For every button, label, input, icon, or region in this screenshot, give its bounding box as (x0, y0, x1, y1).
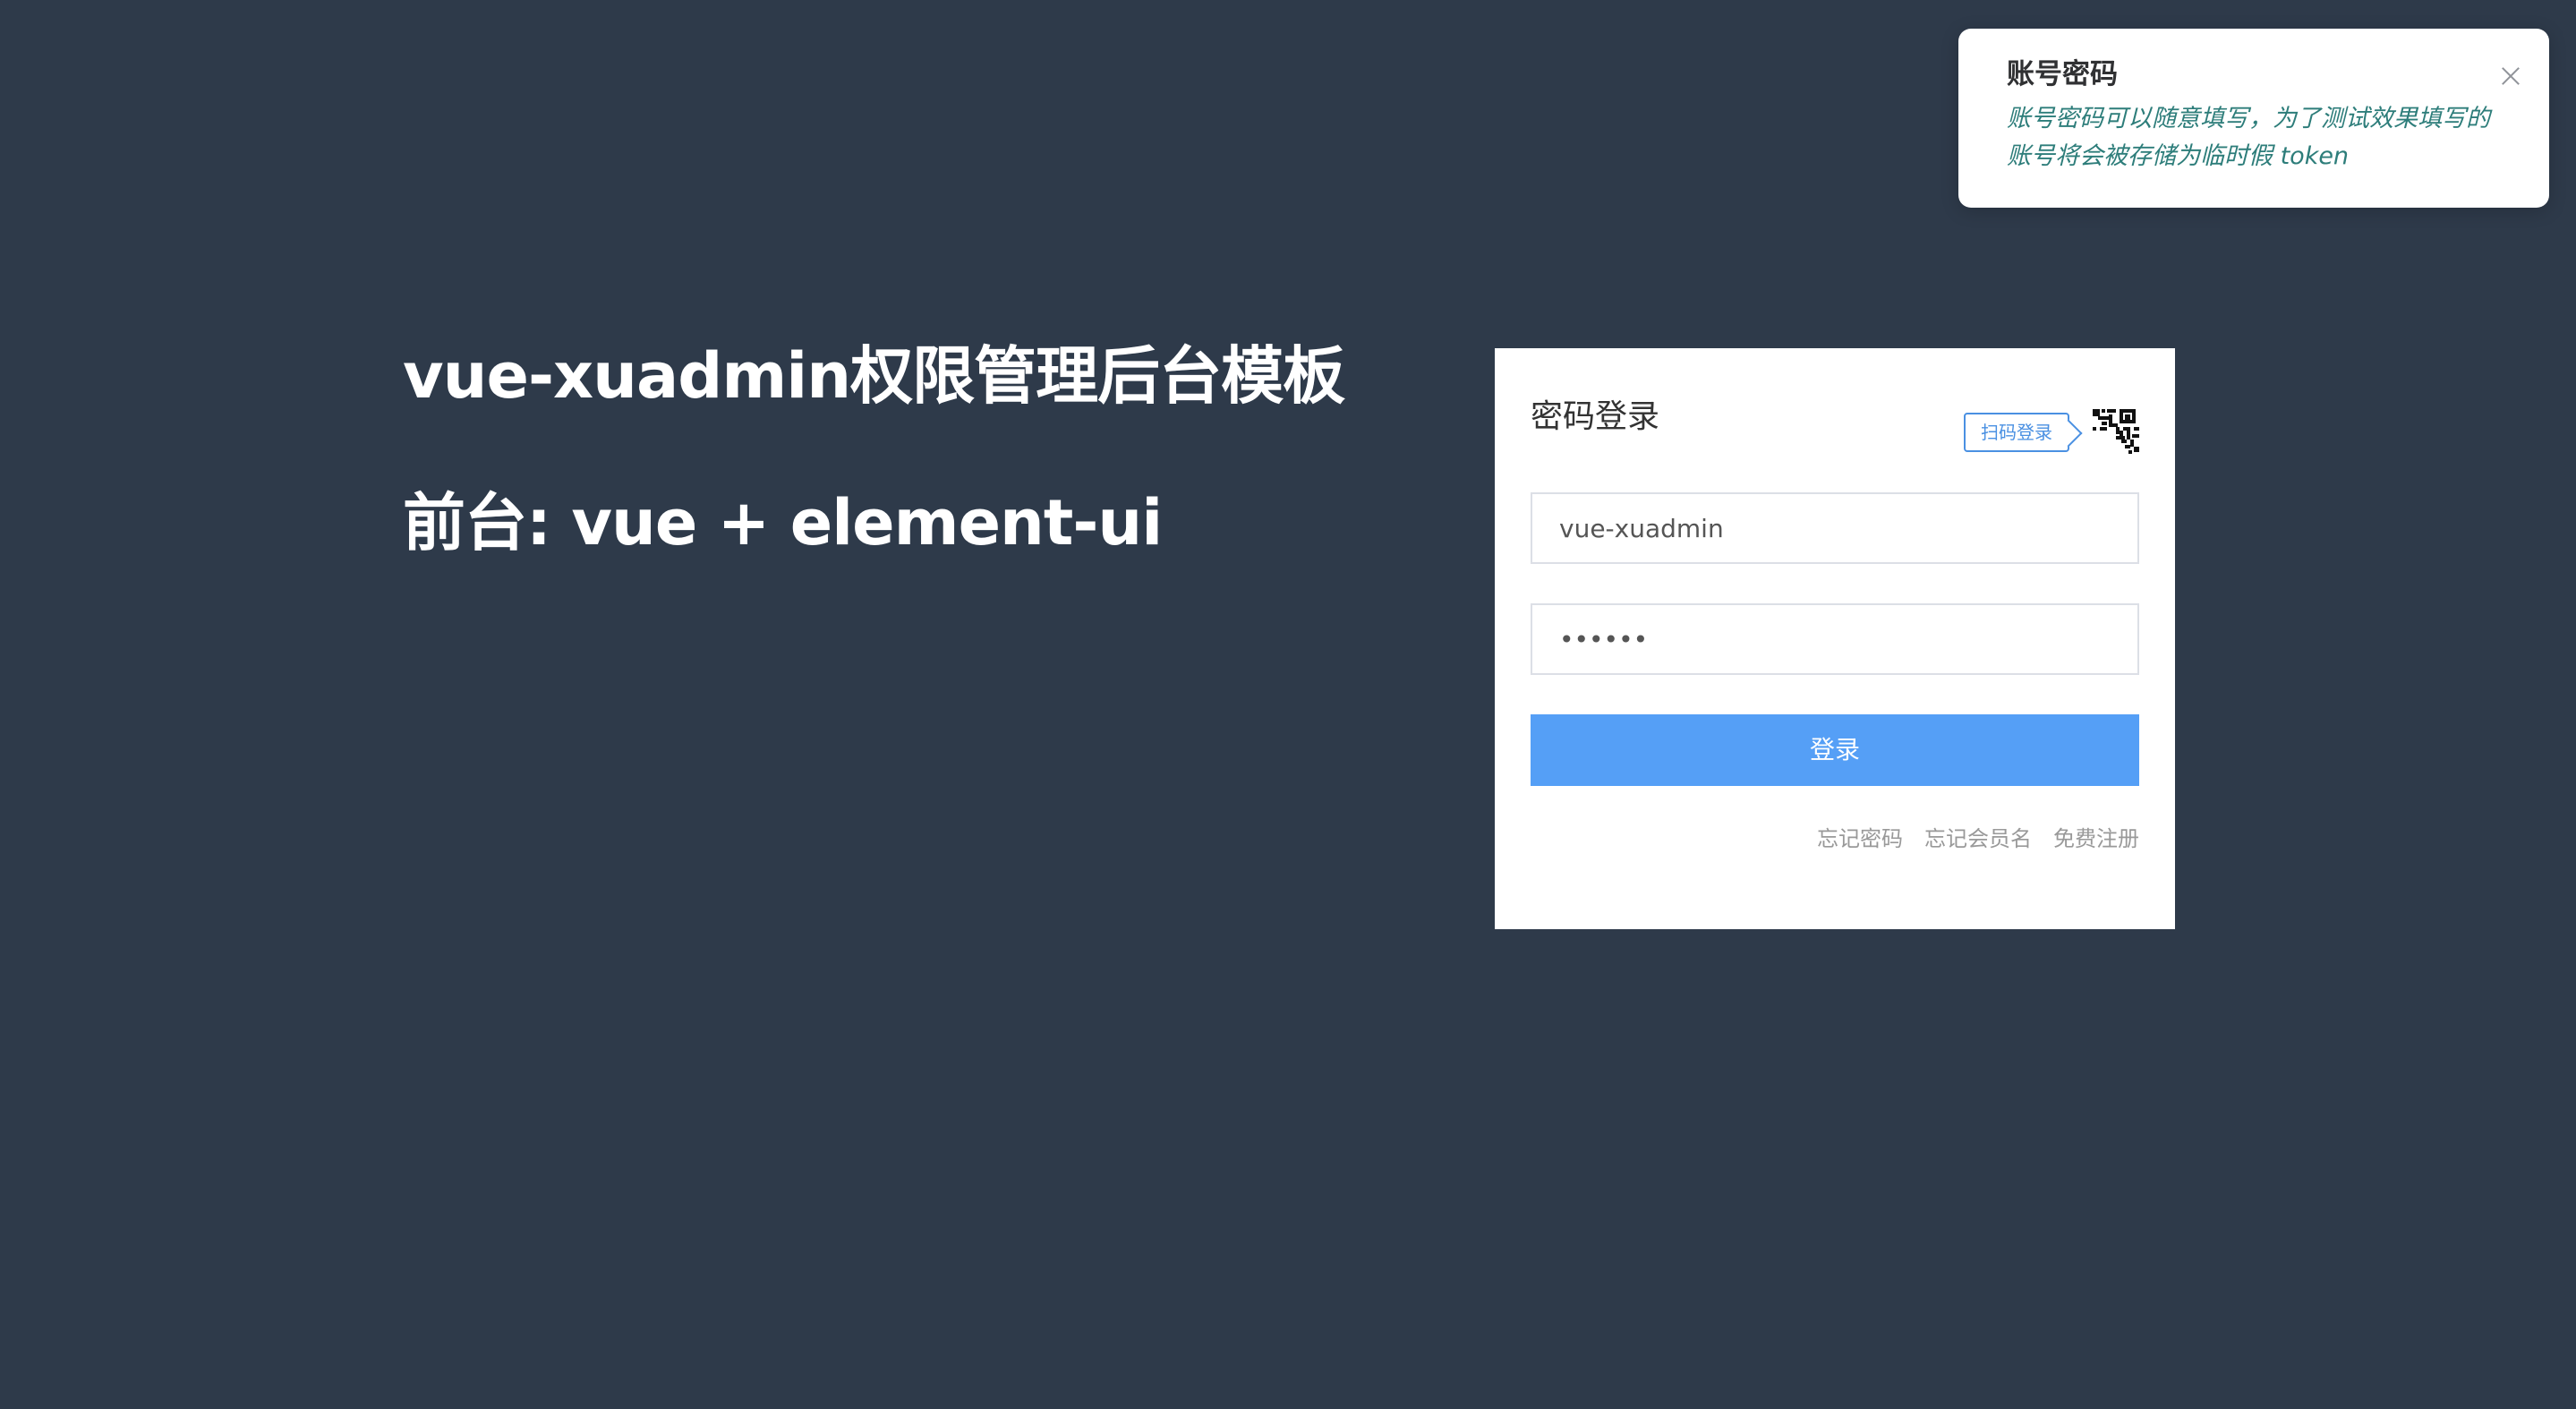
register-link[interactable]: 免费注册 (2053, 821, 2139, 852)
password-field[interactable] (1531, 603, 2139, 675)
password-input[interactable] (1532, 605, 2137, 673)
login-header: 密码登录 扫码登录 (1531, 382, 2139, 454)
qr-code-icon[interactable] (2093, 409, 2139, 456)
forgot-password-link[interactable]: 忘记密码 (1817, 821, 1903, 852)
notification: 账号密码 账号密码可以随意填写，为了测试效果填写的账号将会被存储为临时假 tok… (1958, 29, 2549, 208)
login-card: 密码登录 扫码登录 vue-xuadmin •••••• 登录 忘记密码 忘记会… (1495, 348, 2175, 929)
hero-section: vue-xuadmin权限管理后台模板 前台: vue + element-ui (403, 333, 1345, 566)
login-title: 密码登录 (1531, 398, 1660, 435)
username-input[interactable] (1532, 494, 2137, 562)
hero-title: vue-xuadmin权限管理后台模板 (403, 339, 1345, 413)
forgot-username-link[interactable]: 忘记会员名 (1924, 821, 2032, 852)
scan-login-tip[interactable]: 扫码登录 (1964, 413, 2069, 452)
hero-subtitle: 前台: vue + element-ui (403, 486, 1163, 559)
login-button[interactable]: 登录 (1531, 714, 2139, 786)
notification-title: 账号密码 (2007, 58, 2118, 90)
login-links: 忘记密码 忘记会员名 免费注册 (1817, 821, 2139, 852)
close-icon[interactable] (2499, 64, 2522, 88)
notification-message: 账号密码可以随意填写，为了测试效果填写的账号将会被存储为临时假 token (2007, 105, 2490, 170)
username-field[interactable] (1531, 492, 2139, 564)
